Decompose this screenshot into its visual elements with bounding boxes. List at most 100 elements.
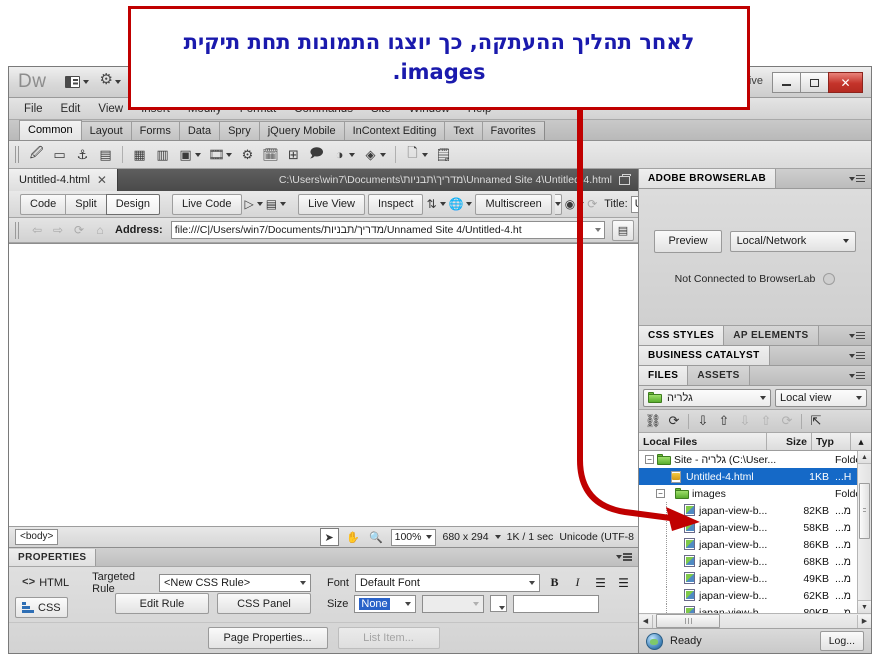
css-mode-button[interactable]: CSS	[15, 597, 68, 618]
scroll-down-icon[interactable]: ▼	[858, 600, 871, 613]
column-header-type[interactable]: Typ	[812, 433, 851, 450]
close-icon[interactable]: ✕	[97, 173, 107, 187]
tag-selector-body[interactable]: <body>	[15, 529, 59, 545]
tab-favorites[interactable]: Favorites	[481, 121, 545, 140]
css-panel-button[interactable]: CSS Panel	[216, 593, 311, 614]
window-size-value[interactable]: 680 x 294	[442, 531, 488, 543]
inspect-button[interactable]: Inspect	[367, 193, 424, 215]
live-view-options-icon[interactable]: ⇅	[426, 195, 436, 214]
font-select[interactable]: Default Font	[354, 573, 540, 592]
table-row[interactable]: japan-view-b... 68KB ...מ	[639, 553, 871, 570]
table-row[interactable]: japan-view-b... 82KB ...מ	[639, 502, 871, 519]
text-color-swatch[interactable]	[490, 595, 508, 612]
file-management-icon[interactable]: ▤	[612, 219, 634, 241]
panel-options-menu-icon[interactable]	[849, 346, 865, 365]
date-icon[interactable]: 🗓	[260, 144, 281, 165]
table-icon[interactable]: ▦	[129, 144, 150, 165]
chevron-down-icon[interactable]	[380, 152, 386, 157]
connect-to-remote-host-icon[interactable]: ⛓	[643, 412, 663, 430]
drag-grip[interactable]	[15, 146, 20, 163]
collapse-toggle-icon[interactable]: −	[656, 489, 665, 498]
tag-chooser-icon[interactable]: 🗒	[433, 144, 454, 165]
table-row[interactable]: japan-view-b... 62KB ...מ	[639, 587, 871, 604]
inspect-mode-icon[interactable]: ▷	[245, 195, 254, 214]
tab-files[interactable]: FILES	[639, 366, 689, 385]
tab-incontext-editing[interactable]: InContext Editing	[343, 121, 446, 140]
forward-icon[interactable]: ⇨	[50, 222, 66, 238]
view-select[interactable]: Local view	[775, 388, 867, 407]
chevron-down-icon[interactable]	[439, 202, 446, 206]
media-icon[interactable]: 🎞	[206, 144, 227, 165]
tab-adobe-browserlab[interactable]: ADOBE BROWSERLAB	[639, 169, 777, 188]
script-icon[interactable]: ◈	[360, 144, 381, 165]
collapse-toggle-icon[interactable]: −	[645, 455, 654, 464]
scroll-right-icon[interactable]: ▶	[857, 614, 871, 628]
scrollbar-thumb[interactable]	[656, 614, 720, 628]
tab-layout[interactable]: Layout	[80, 121, 132, 140]
tab-css-styles[interactable]: CSS STYLES	[639, 326, 725, 345]
chevron-down-icon[interactable]	[349, 152, 355, 157]
chevron-down-icon[interactable]	[578, 202, 585, 206]
files-tree[interactable]: − Site - גלריה (C:\User... Folde Untitle…	[639, 451, 871, 613]
split-view-button[interactable]: Split	[65, 193, 107, 215]
scroll-up-icon[interactable]: ▲	[858, 451, 871, 464]
html-mode-button[interactable]: <> HTML	[15, 572, 76, 593]
chevron-down-icon[interactable]	[494, 535, 501, 539]
align-left-icon[interactable]: ☰	[592, 574, 609, 591]
color-hex-input[interactable]	[513, 594, 600, 613]
size-unit-select[interactable]	[422, 594, 485, 613]
restore-window-icon[interactable]	[619, 173, 631, 185]
named-anchor-icon[interactable]: ⚓	[72, 144, 93, 165]
tab-data[interactable]: Data	[178, 121, 221, 140]
horizontal-rule-icon[interactable]: ▤	[95, 144, 116, 165]
tab-forms[interactable]: Forms	[130, 121, 180, 140]
maximize-button[interactable]	[800, 72, 829, 93]
hand-tool-icon[interactable]: ✋	[345, 529, 362, 545]
log-button[interactable]: Log...	[819, 631, 864, 651]
widget-icon[interactable]: ⚙	[237, 144, 258, 165]
layout-switcher-button[interactable]	[60, 71, 94, 93]
templates-icon[interactable]: 🗋	[402, 144, 423, 165]
validate-markup-icon[interactable]: ▤	[266, 195, 277, 214]
home-icon[interactable]: ⌂	[92, 222, 108, 238]
files-vertical-scrollbar[interactable]: ▲ ▼	[857, 451, 871, 613]
refresh-design-view-icon[interactable]: ⟳	[587, 195, 597, 214]
chevron-down-icon[interactable]	[466, 202, 473, 206]
extend-dreamweaver-button[interactable]	[94, 71, 126, 93]
chevron-down-icon[interactable]	[422, 152, 428, 157]
refresh-icon[interactable]: ⟳	[664, 412, 684, 430]
minimize-button[interactable]	[772, 72, 801, 93]
table-row[interactable]: Untitled-4.html 1KB ...H	[639, 468, 871, 485]
visual-aids-icon[interactable]: ◉	[565, 195, 575, 214]
edit-rule-button[interactable]: Edit Rule	[114, 593, 209, 614]
targeted-rule-select[interactable]: <New CSS Rule>	[158, 573, 311, 592]
chevron-down-icon[interactable]	[280, 202, 287, 206]
page-title-input[interactable]: Un	[630, 195, 638, 213]
bold-button[interactable]: B	[546, 574, 563, 591]
panel-options-menu-icon[interactable]	[849, 326, 865, 345]
expand-panel-icon[interactable]: ⇱	[806, 412, 826, 430]
image-icon[interactable]: ▣	[175, 144, 196, 165]
chevron-down-icon[interactable]	[595, 228, 601, 232]
tab-business-catalyst[interactable]: BUSINESS CATALYST	[639, 346, 770, 365]
panel-options-menu-icon[interactable]	[849, 169, 865, 188]
tab-common[interactable]: Common	[19, 120, 82, 140]
tab-assets[interactable]: ASSETS	[688, 366, 750, 385]
document-tab-untitled-4[interactable]: Untitled-4.html ✕	[9, 169, 118, 191]
panel-options-menu-icon[interactable]	[849, 366, 865, 385]
align-center-icon[interactable]: ☰	[615, 574, 632, 591]
email-link-icon[interactable]: ▭	[49, 144, 70, 165]
column-header-size[interactable]: Size	[767, 433, 812, 450]
menu-item-edit[interactable]: Edit	[52, 101, 90, 117]
live-view-button[interactable]: Live View	[298, 193, 365, 215]
head-icon[interactable]: ◑	[329, 144, 350, 165]
files-horizontal-scrollbar[interactable]: ◀ ▶	[639, 613, 871, 628]
zoom-tool-icon[interactable]: 🔍	[368, 529, 385, 545]
browserlab-preview-button[interactable]: Preview	[654, 229, 722, 253]
code-view-button[interactable]: Code	[20, 193, 67, 215]
hyperlink-icon[interactable]: 🖉	[26, 144, 47, 165]
tab-text[interactable]: Text	[444, 121, 483, 140]
insert-div-icon[interactable]: ▥	[152, 144, 173, 165]
close-button[interactable]: ✕	[828, 72, 863, 93]
menu-item-view[interactable]: View	[89, 101, 132, 117]
